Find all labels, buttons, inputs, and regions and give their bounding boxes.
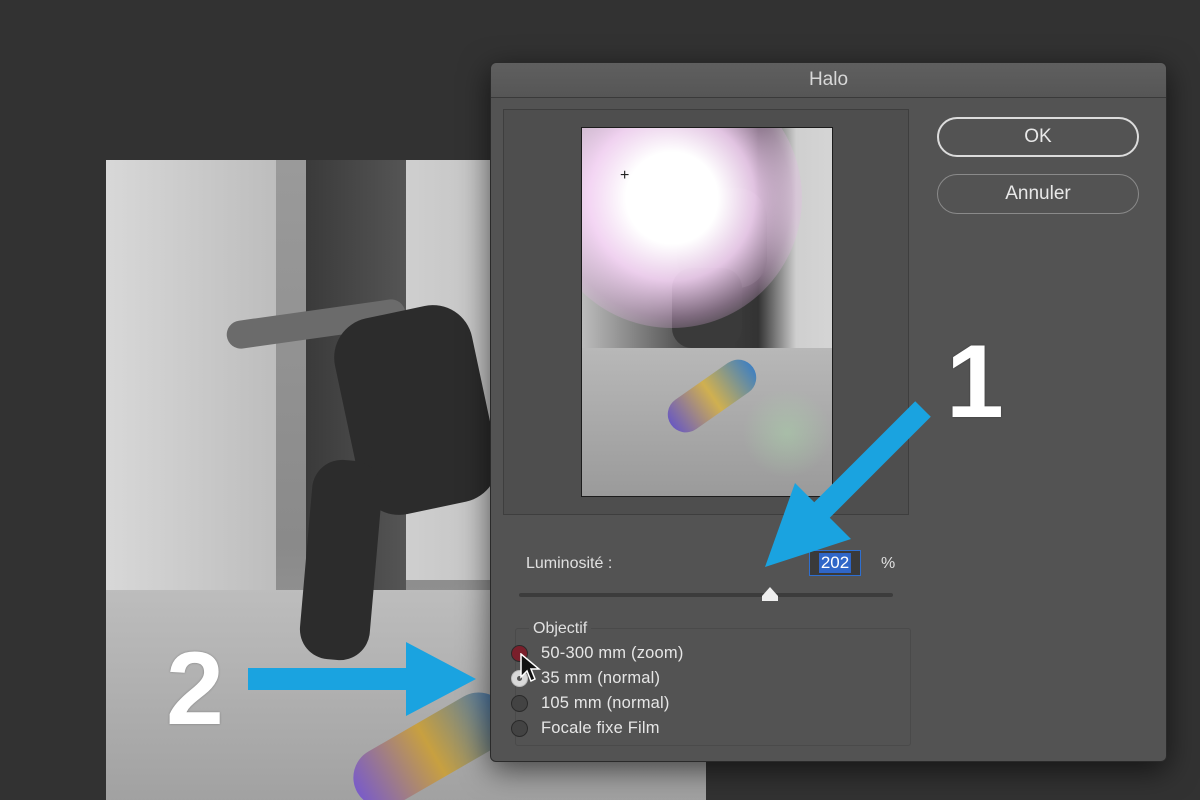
brightness-label: Luminosité : <box>526 555 613 572</box>
annotation-marker-2: 2 <box>166 631 224 747</box>
dialog-title: Halo <box>808 69 849 90</box>
lens-option-label: 35 mm (normal) <box>541 669 661 687</box>
radio-button[interactable] <box>511 695 528 712</box>
ok-button[interactable]: OK <box>937 117 1139 157</box>
annotation-arrow-1 <box>765 401 931 567</box>
annotation-arrow-2 <box>248 642 476 716</box>
lens-option-105mm[interactable]: 105 mm (normal) <box>511 694 670 713</box>
dialog-titlebar[interactable]: Halo <box>491 63 1166 98</box>
radio-button[interactable] <box>511 720 528 737</box>
lens-option-label: 50-300 mm (zoom) <box>541 644 684 662</box>
lens-option-prime-film[interactable]: Focale fixe Film <box>511 719 660 738</box>
crosshair-icon[interactable]: + <box>620 168 629 184</box>
lens-option-label: Focale fixe Film <box>541 719 660 737</box>
lens-group-title: Objectif <box>529 620 592 638</box>
mouse-pointer-icon <box>520 653 541 683</box>
photo-pillar-left <box>106 160 276 590</box>
lens-option-label: 105 mm (normal) <box>541 694 670 712</box>
brightness-slider-thumb-base[interactable] <box>761 596 778 601</box>
cancel-button[interactable]: Annuler <box>937 174 1139 214</box>
